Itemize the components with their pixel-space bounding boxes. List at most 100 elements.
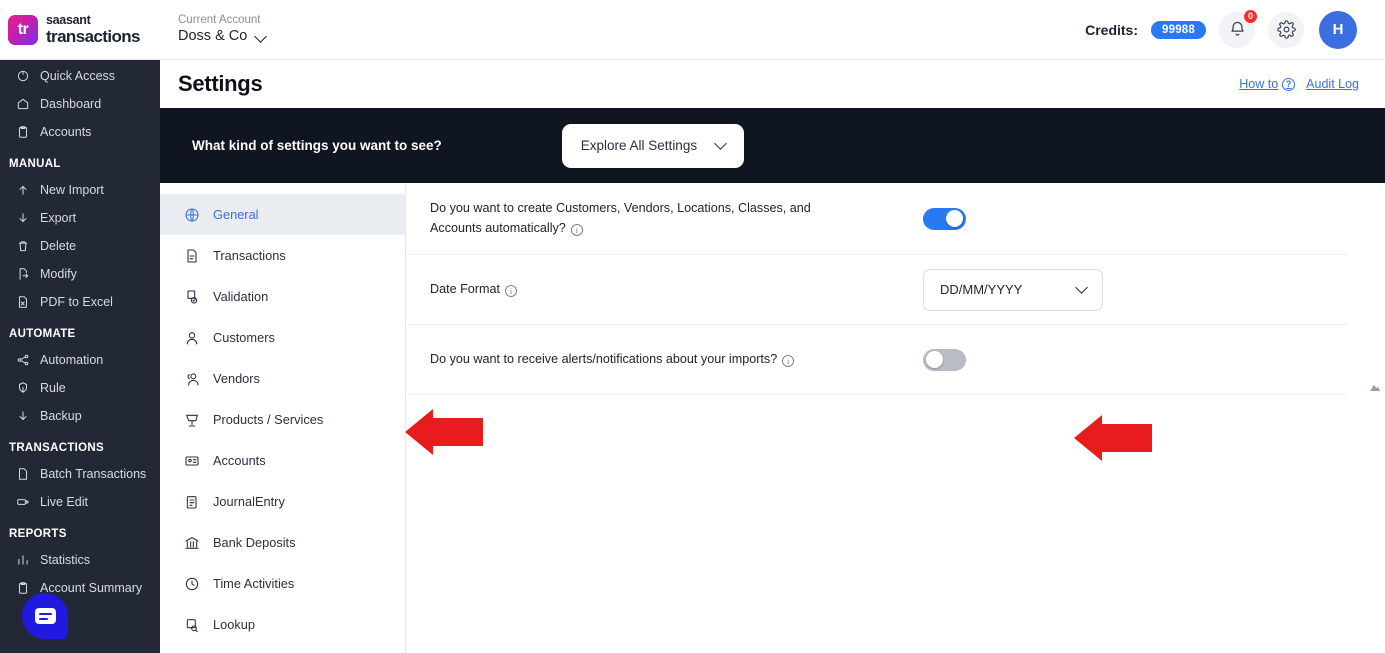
notification-count-badge: 0	[1243, 8, 1258, 24]
sidebar-item-batch-transactions[interactable]: Batch Transactions	[0, 460, 160, 488]
sidebar-item-modify[interactable]: Modify	[0, 260, 160, 288]
sidebar-item-export[interactable]: Export	[0, 204, 160, 232]
tab-general[interactable]: General	[160, 194, 405, 235]
tab-products-services[interactable]: Products / Services	[160, 399, 405, 440]
sidebar-item-quick-access[interactable]: Quick Access	[0, 62, 160, 90]
credits-value-badge[interactable]: 99988	[1151, 20, 1206, 39]
tab-label: Bank Deposits	[213, 535, 296, 550]
toggle-knob	[946, 210, 963, 227]
tab-customers[interactable]: Customers	[160, 317, 405, 358]
journal-icon	[184, 494, 200, 510]
home-icon	[16, 97, 30, 111]
user-avatar[interactable]: H	[1319, 10, 1357, 49]
left-sidebar: Quick Access Dashboard Accounts MANUAL N…	[0, 0, 160, 653]
tab-label: Products / Services	[213, 412, 324, 427]
tab-transactions[interactable]: Transactions	[160, 235, 405, 276]
sidebar-group-transactions: TRANSACTIONS	[9, 442, 104, 454]
gear-icon	[1276, 20, 1296, 39]
sidebar-group-automate: AUTOMATE	[9, 328, 76, 340]
setting-control-area	[867, 207, 1347, 230]
annotation-arrow-general-tab	[403, 408, 483, 456]
sidebar-item-delete[interactable]: Delete	[0, 232, 160, 260]
sidebar-item-backup[interactable]: Backup	[0, 402, 160, 430]
question-mark-icon: ?	[1282, 77, 1296, 91]
file-edit-icon	[16, 267, 30, 281]
setting-control-inner	[923, 348, 966, 371]
chat-widget-button[interactable]	[22, 593, 68, 639]
current-account-name-row: Doss & Co	[178, 28, 267, 45]
saasant-logo-icon: tr	[8, 14, 38, 45]
sidebar-group-reports: REPORTS	[9, 528, 67, 540]
document-check-icon	[184, 289, 200, 305]
notifications-button[interactable]: 0	[1219, 8, 1258, 48]
setting-label-wrapper: Do you want to create Customers, Vendors…	[430, 199, 860, 238]
setting-row-auto-create: Do you want to create Customers, Vendors…	[406, 183, 1347, 255]
page-header-links: How to ? Audit Log	[1239, 77, 1385, 91]
tab-vendors[interactable]: Vendors	[160, 358, 405, 399]
id-card-icon	[184, 453, 200, 469]
setting-row-alerts: Do you want to receive alerts/notificati…	[406, 325, 1347, 395]
tab-lookup[interactable]: Lookup	[160, 604, 405, 645]
current-account-name: Doss & Co	[178, 28, 248, 45]
page-header: Settings How to ? Audit Log	[160, 60, 1385, 108]
sidebar-item-automation[interactable]: Automation	[0, 346, 160, 374]
sidebar-item-pdf-to-excel[interactable]: PDF to Excel	[0, 288, 160, 316]
setting-label-alerts: Do you want to receive alerts/notificati…	[430, 351, 778, 366]
sidebar-item-live-edit[interactable]: Live Edit	[0, 488, 160, 516]
toggle-alerts[interactable]	[923, 348, 966, 371]
tab-journal-entry[interactable]: JournalEntry	[160, 481, 405, 522]
sidebar-item-rule[interactable]: Rule	[0, 374, 160, 402]
setting-control-inner	[923, 207, 966, 230]
how-to-link[interactable]: How to ?	[1239, 77, 1296, 91]
date-format-dropdown[interactable]: DD/MM/YYYY	[923, 268, 1103, 311]
settings-tab-list: General Transactions Validation Customer…	[160, 183, 406, 653]
users-icon	[184, 371, 200, 387]
tab-label: Vendors	[213, 371, 260, 386]
current-account-selector[interactable]: Current Account Doss & Co	[178, 14, 267, 46]
tab-accounts[interactable]: Accounts	[160, 440, 405, 481]
share-nodes-icon	[16, 353, 30, 367]
toggle-knob	[926, 351, 943, 368]
tab-time-activities[interactable]: Time Activities	[160, 563, 405, 604]
chat-bubble-icon	[22, 593, 68, 639]
sidebar-label: Batch Transactions	[40, 467, 147, 481]
sidebar-label: New Import	[40, 183, 104, 197]
tab-label: Lookup	[213, 617, 255, 632]
sidebar-item-dashboard[interactable]: Dashboard	[0, 90, 160, 118]
tab-bank-deposits[interactable]: Bank Deposits	[160, 522, 405, 563]
clock-icon	[184, 576, 200, 592]
pdf-file-icon	[16, 295, 30, 309]
sidebar-label: Live Edit	[40, 495, 88, 509]
info-icon[interactable]: i	[570, 224, 583, 237]
sidebar-label: Backup	[40, 409, 82, 423]
sidebar-item-new-import[interactable]: New Import	[0, 176, 160, 204]
sidebar-item-accounts[interactable]: Accounts	[0, 118, 160, 146]
filter-question-label: What kind of settings you want to see?	[192, 138, 442, 153]
setting-label-wrapper: Do you want to receive alerts/notificati…	[430, 350, 795, 370]
info-icon[interactable]: i	[505, 285, 517, 298]
explore-all-settings-dropdown[interactable]: Explore All Settings	[561, 123, 744, 168]
scroll-up-arrow-icon[interactable]	[1369, 379, 1381, 391]
trash-icon	[16, 239, 30, 253]
sidebar-label: Export	[40, 211, 77, 225]
info-icon[interactable]: i	[782, 355, 795, 368]
brand-logo[interactable]: tr saasant transactions	[0, 14, 160, 45]
toggle-auto-create[interactable]	[923, 207, 966, 230]
lookup-icon	[184, 617, 200, 633]
tab-validation[interactable]: Validation	[160, 276, 405, 317]
sidebar-label: Rule	[40, 381, 66, 395]
chevron-down-icon[interactable]	[256, 32, 267, 43]
sidebar-label: Quick Access	[40, 69, 116, 83]
brand-line-1: saasant	[46, 13, 91, 28]
globe-icon	[184, 207, 200, 223]
sidebar-item-statistics[interactable]: Statistics	[0, 546, 160, 574]
audit-log-link[interactable]: Audit Log	[1306, 77, 1359, 91]
cart-icon	[184, 412, 200, 428]
clipboard-icon	[16, 125, 30, 139]
sidebar-label: Statistics	[40, 553, 91, 567]
header-actions: Credits: 99988 0 H	[1085, 8, 1385, 49]
tab-label: Accounts	[213, 453, 266, 468]
sidebar-label: Automation	[40, 353, 104, 367]
settings-gear-button[interactable]	[1268, 11, 1304, 48]
tab-label: Transactions	[213, 248, 286, 263]
